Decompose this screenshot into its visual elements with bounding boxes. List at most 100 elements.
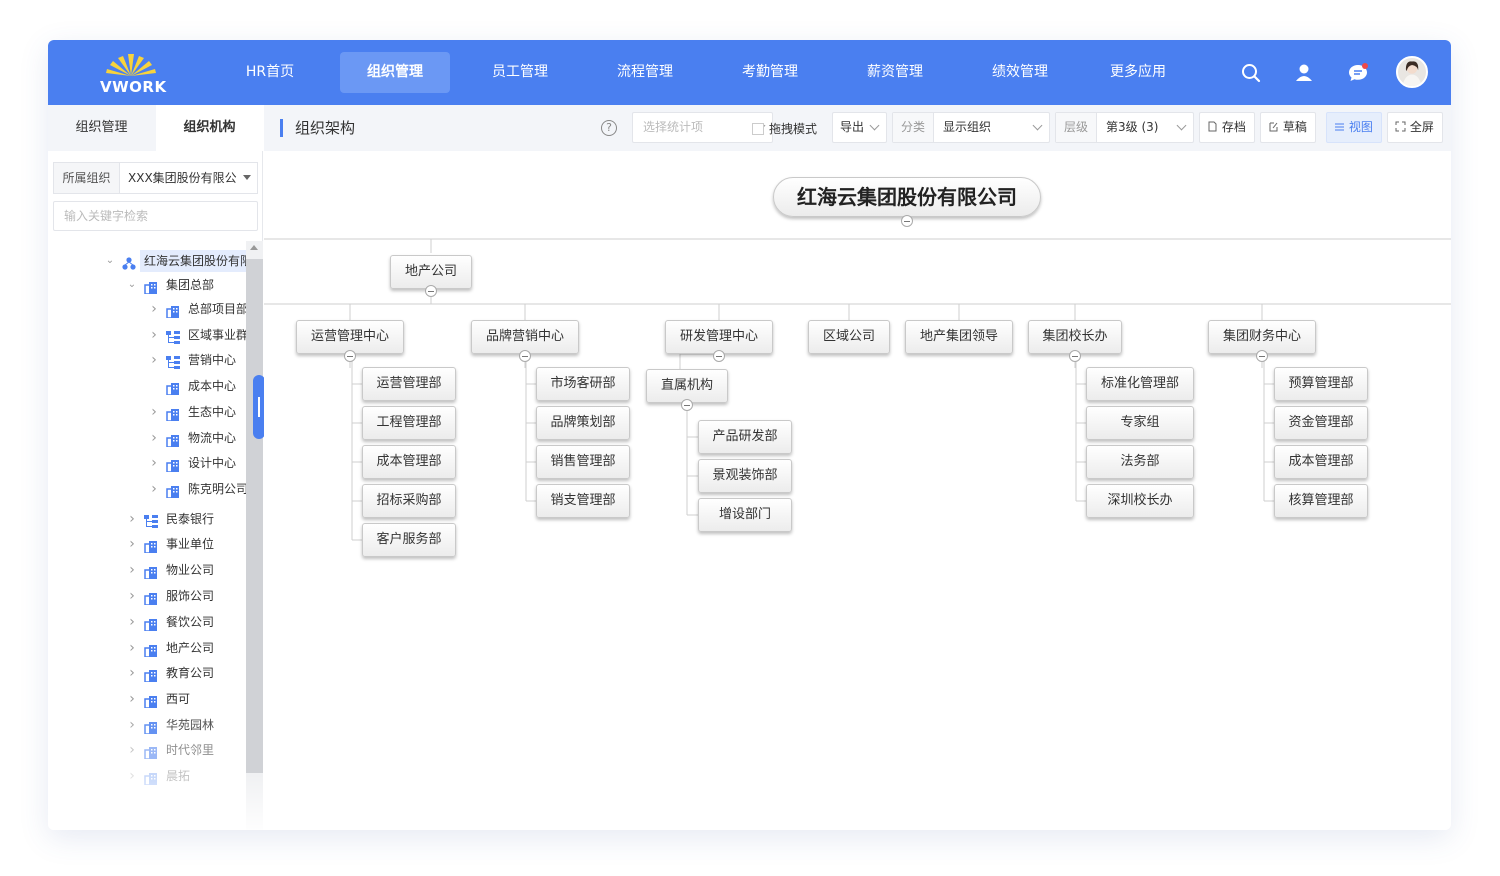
chevron-right-icon[interactable]: › bbox=[127, 662, 137, 684]
nav-performance-management[interactable]: 绩效管理 bbox=[978, 52, 1062, 93]
drag-mode-checkbox[interactable] bbox=[752, 123, 764, 135]
collapse-toggle-icon[interactable] bbox=[344, 350, 356, 362]
chevron-right-icon[interactable]: › bbox=[127, 765, 137, 787]
org-node-grandchild[interactable]: 增设部门 bbox=[698, 498, 792, 532]
sidebar-scrollbar[interactable] bbox=[246, 241, 263, 830]
org-node-child[interactable]: 运营管理部 bbox=[362, 367, 456, 401]
org-node-department[interactable]: 品牌营销中心 bbox=[471, 320, 579, 354]
collapse-toggle-icon[interactable] bbox=[1256, 350, 1268, 362]
tree-node[interactable]: › 民泰银行 bbox=[48, 508, 246, 530]
collapse-toggle-icon[interactable] bbox=[713, 350, 725, 362]
org-node-child[interactable]: 成本管理部 bbox=[362, 445, 456, 479]
collapse-toggle-icon[interactable] bbox=[1069, 350, 1081, 362]
user-icon[interactable] bbox=[1293, 62, 1315, 84]
chevron-right-icon[interactable]: › bbox=[149, 478, 159, 500]
archive-button[interactable]: 存档 bbox=[1199, 112, 1255, 143]
chevron-down-icon[interactable]: ⌄ bbox=[127, 274, 137, 296]
nav-hr-home[interactable]: HR首页 bbox=[228, 52, 312, 93]
org-node-root[interactable]: 红海云集团股份有限公司 bbox=[773, 177, 1041, 217]
nav-salary-management[interactable]: 薪资管理 bbox=[853, 52, 937, 93]
chevron-right-icon[interactable]: › bbox=[127, 508, 137, 530]
tree-node[interactable]: › 总部项目部 bbox=[48, 298, 246, 320]
tree-node[interactable]: › 晨拓 bbox=[48, 765, 246, 787]
org-chart-canvas[interactable]: 红海云集团股份有限公司地产公司运营管理中心 品牌营销中心 研发管理中心 区域公司 地产集… bbox=[264, 151, 1451, 830]
chevron-right-icon[interactable]: › bbox=[127, 688, 137, 710]
tree-node[interactable]: › 设计中心 bbox=[48, 452, 246, 474]
nav-employee-management[interactable]: 员工管理 bbox=[478, 52, 562, 93]
org-node-child[interactable]: 成本管理部 bbox=[1274, 445, 1368, 479]
tree-node[interactable]: › 教育公司 bbox=[48, 662, 246, 684]
category-select[interactable]: 分类 显示组织 bbox=[892, 112, 1050, 143]
org-node-child[interactable]: 预算管理部 bbox=[1274, 367, 1368, 401]
tree-node[interactable]: › 物业公司 bbox=[48, 559, 246, 581]
org-node-department[interactable]: 研发管理中心 bbox=[665, 320, 773, 354]
chevron-right-icon[interactable]: › bbox=[149, 349, 159, 371]
chevron-right-icon[interactable]: › bbox=[127, 611, 137, 633]
scroll-up-icon[interactable] bbox=[250, 245, 258, 250]
chevron-right-icon[interactable]: › bbox=[127, 585, 137, 607]
chevron-right-icon[interactable]: › bbox=[149, 427, 159, 449]
nav-more-apps[interactable]: 更多应用 bbox=[1096, 52, 1180, 93]
tree-node[interactable]: › 区域事业群 bbox=[48, 324, 246, 346]
org-node-child[interactable]: 标准化管理部 bbox=[1086, 367, 1194, 401]
org-node-child[interactable]: 直属机构 bbox=[646, 369, 728, 403]
org-node-child[interactable]: 品牌策划部 bbox=[536, 406, 630, 440]
org-node-child[interactable]: 客户服务部 bbox=[362, 523, 456, 557]
tree-node[interactable]: ⌄ 红海云集团股份有限公司 bbox=[48, 250, 246, 272]
tree-node[interactable]: › 地产公司 bbox=[48, 637, 246, 659]
tree-node[interactable]: › 陈克明公司 bbox=[48, 478, 246, 500]
draft-button[interactable]: 草稿 bbox=[1260, 112, 1316, 143]
tree-node[interactable]: › 事业单位 bbox=[48, 533, 246, 555]
tree-node[interactable]: › 物流中心 bbox=[48, 427, 246, 449]
tree-node[interactable]: › 华苑园林 bbox=[48, 714, 246, 736]
tree-node[interactable]: › 餐饮公司 bbox=[48, 611, 246, 633]
nav-org-management[interactable]: 组织管理 bbox=[340, 52, 450, 93]
org-node-department[interactable]: 区域公司 bbox=[808, 320, 890, 354]
collapse-toggle-icon[interactable] bbox=[425, 285, 437, 297]
user-avatar[interactable] bbox=[1396, 56, 1428, 88]
chevron-right-icon[interactable]: › bbox=[127, 637, 137, 659]
collapse-toggle-icon[interactable] bbox=[901, 215, 913, 227]
org-node-child[interactable]: 工程管理部 bbox=[362, 406, 456, 440]
tree-node[interactable]: › 营销中心 bbox=[48, 349, 246, 371]
scrollbar-thumb[interactable] bbox=[246, 259, 263, 773]
org-node-child[interactable]: 核算管理部 bbox=[1274, 484, 1368, 518]
help-icon[interactable]: ? bbox=[601, 120, 617, 136]
level-select[interactable]: 层级 第3级 (3) bbox=[1055, 112, 1194, 143]
tree-node[interactable]: › 西可 bbox=[48, 688, 246, 710]
org-node-department[interactable]: 地产集团领导 bbox=[905, 320, 1013, 354]
org-selector[interactable]: 所属组织 XXX集团股份有限公 bbox=[53, 162, 258, 194]
collapse-toggle-icon[interactable] bbox=[681, 399, 693, 411]
org-node-grandchild[interactable]: 景观装饰部 bbox=[698, 459, 792, 493]
org-node-child[interactable]: 市场客研部 bbox=[536, 367, 630, 401]
chevron-down-icon[interactable]: ⌄ bbox=[105, 250, 115, 272]
tab-org-management[interactable]: 组织管理 bbox=[48, 105, 155, 151]
export-button[interactable]: 导出 bbox=[832, 112, 887, 143]
org-node-child[interactable]: 法务部 bbox=[1086, 445, 1194, 479]
chevron-right-icon[interactable]: › bbox=[149, 452, 159, 474]
org-node-department[interactable]: 集团财务中心 bbox=[1208, 320, 1316, 354]
chevron-right-icon[interactable]: › bbox=[149, 324, 159, 346]
tree-node[interactable]: 成本中心 bbox=[48, 375, 246, 397]
chevron-right-icon[interactable]: › bbox=[127, 739, 137, 761]
org-node-department[interactable]: 运营管理中心 bbox=[296, 320, 404, 354]
org-node-level1[interactable]: 地产公司 bbox=[390, 255, 472, 289]
nav-process-management[interactable]: 流程管理 bbox=[603, 52, 687, 93]
tree-node[interactable]: › 服饰公司 bbox=[48, 585, 246, 607]
org-node-child[interactable]: 销售管理部 bbox=[536, 445, 630, 479]
tree-node[interactable]: ⌄ 集团总部 bbox=[48, 274, 246, 296]
fullscreen-button[interactable]: 全屏 bbox=[1387, 112, 1443, 143]
tree-node[interactable]: › 生态中心 bbox=[48, 401, 246, 423]
vwork-logo[interactable]: VWORK bbox=[96, 48, 166, 98]
chat-icon[interactable] bbox=[1347, 62, 1369, 84]
nav-attendance-management[interactable]: 考勤管理 bbox=[728, 52, 812, 93]
chevron-right-icon[interactable]: › bbox=[149, 298, 159, 320]
org-node-child[interactable]: 销支管理部 bbox=[536, 484, 630, 518]
chevron-right-icon[interactable]: › bbox=[149, 401, 159, 423]
org-node-department[interactable]: 集团校长办 bbox=[1028, 320, 1122, 354]
chevron-right-icon[interactable]: › bbox=[127, 559, 137, 581]
org-node-child[interactable]: 资金管理部 bbox=[1274, 406, 1368, 440]
chevron-right-icon[interactable]: › bbox=[127, 533, 137, 555]
tab-org-structure[interactable]: 组织机构 bbox=[156, 105, 263, 151]
org-node-child[interactable]: 深圳校长办 bbox=[1086, 484, 1194, 518]
